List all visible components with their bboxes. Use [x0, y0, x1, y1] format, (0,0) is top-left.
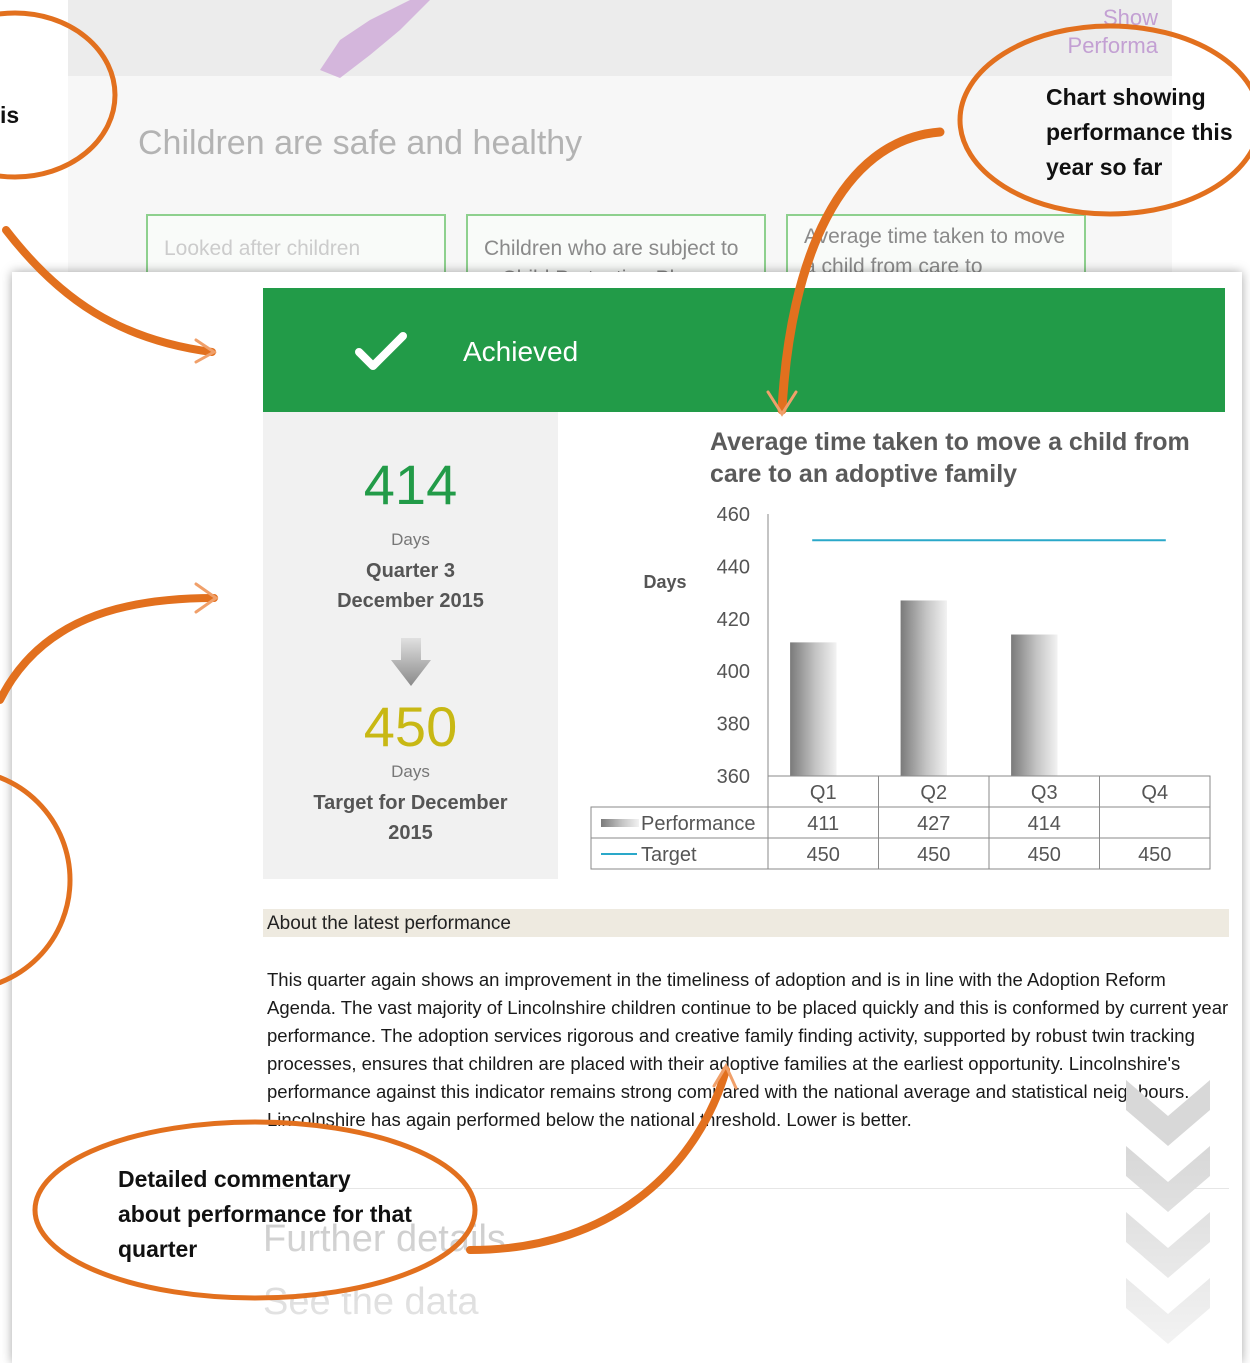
callout-summary-ellipse: [0, 774, 73, 986]
callout-status-text: is: [0, 102, 20, 128]
arrow-to-status: [2, 226, 216, 356]
arrow-to-commentary: [466, 1066, 730, 1254]
callout-status-ellipse: [0, 10, 118, 180]
arrow-to-summary: [0, 594, 218, 704]
annotation-overlay: [0, 10, 1250, 1301]
arrow-to-chart: [777, 127, 945, 415]
callout-chart-text: Chart showing performance this year so f…: [1046, 84, 1233, 180]
callout-commentary-text: Detailed commentary about performance fo…: [118, 1166, 412, 1262]
